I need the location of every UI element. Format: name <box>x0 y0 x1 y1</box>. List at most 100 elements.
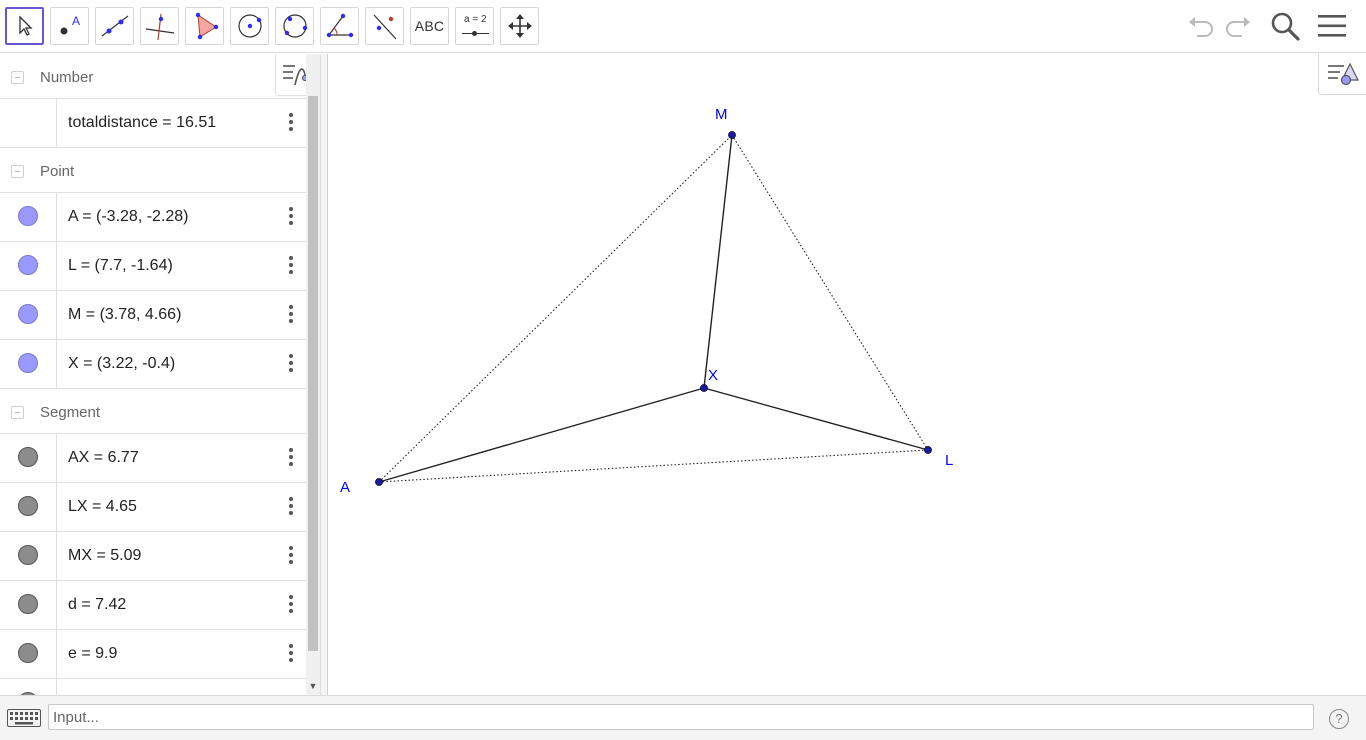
view-splitter[interactable] <box>320 54 328 695</box>
point-L[interactable] <box>924 446 932 454</box>
reflect-about-line-icon <box>373 14 396 40</box>
point-label-M[interactable]: M <box>715 106 728 123</box>
algebra-list: Number totaldistance = 16.51 Point A = (… <box>0 54 306 695</box>
group-header-segment[interactable]: Segment <box>0 389 306 434</box>
line-icon <box>101 15 128 37</box>
hamburger-menu-icon <box>1318 15 1346 37</box>
slider-tool-button[interactable]: a = 2 <box>455 7 494 45</box>
algebra-expression[interactable]: d = 7.42 <box>68 596 126 614</box>
group-label: Segment <box>40 404 101 421</box>
perpendicular-line-tool-button[interactable] <box>140 7 179 45</box>
virtual-keyboard-button[interactable] <box>0 704 48 732</box>
collapse-icon[interactable] <box>11 71 24 84</box>
point-M[interactable] <box>728 131 736 139</box>
point-A[interactable] <box>375 478 383 486</box>
scrollbar-thumb[interactable] <box>308 96 318 651</box>
algebra-expression[interactable]: MX = 5.09 <box>68 547 141 565</box>
algebra-row[interactable]: e = 9.9 <box>0 630 306 679</box>
scroll-down-icon[interactable]: ▼ <box>308 681 318 691</box>
more-options-icon[interactable] <box>282 643 300 665</box>
cursor-arrow-icon <box>18 15 33 36</box>
algebra-expression[interactable]: X = (3.22, -0.4) <box>68 355 175 373</box>
collapse-icon[interactable] <box>11 406 24 419</box>
text-icon: ABC <box>414 18 445 34</box>
group-label: Number <box>40 69 94 86</box>
search-button[interactable] <box>1268 9 1302 43</box>
point-label-L[interactable]: L <box>945 452 953 469</box>
algebra-row[interactable]: A = (-3.28, -2.28) <box>0 193 306 242</box>
visibility-toggle[interactable] <box>18 447 38 467</box>
point-label-X[interactable]: X <box>708 367 718 384</box>
algebra-expression[interactable]: totaldistance = 16.51 <box>68 114 216 132</box>
point-label-A[interactable]: A <box>340 479 350 496</box>
redo-button[interactable] <box>1223 9 1253 43</box>
more-options-icon[interactable] <box>282 304 300 326</box>
polygon-tool-button[interactable] <box>185 7 224 45</box>
algebra-row[interactable] <box>0 679 306 695</box>
toolbar: A ABC a = 2 <box>0 0 1366 53</box>
algebra-row[interactable]: MX = 5.09 <box>0 532 306 581</box>
point-icon: A <box>60 14 80 35</box>
group-header-point[interactable]: Point <box>0 148 306 193</box>
collapse-icon[interactable] <box>11 165 24 178</box>
more-options-icon[interactable] <box>282 545 300 567</box>
algebra-expression[interactable]: AX = 6.77 <box>68 449 139 467</box>
angle-icon <box>326 13 353 38</box>
algebra-row[interactable]: AX = 6.77 <box>0 434 306 483</box>
text-tool-button[interactable]: ABC <box>410 7 449 45</box>
move-tool-button[interactable] <box>5 7 44 45</box>
visibility-toggle[interactable] <box>18 643 38 663</box>
visibility-toggle[interactable] <box>18 545 38 565</box>
algebra-row[interactable]: d = 7.42 <box>0 581 306 630</box>
move-arrows-icon <box>507 14 532 38</box>
more-options-icon[interactable] <box>282 594 300 616</box>
reflect-tool-button[interactable] <box>365 7 404 45</box>
undo-button[interactable] <box>1186 9 1216 43</box>
algebra-expression[interactable]: M = (3.78, 4.66) <box>68 306 181 324</box>
algebra-row[interactable]: X = (3.22, -0.4) <box>0 340 306 389</box>
more-options-icon[interactable] <box>282 353 300 375</box>
algebra-scrollbar[interactable]: ▼ <box>306 54 320 695</box>
algebra-expression[interactable]: L = (7.7, -1.64) <box>68 257 173 275</box>
point-X[interactable] <box>700 384 708 392</box>
visibility-toggle[interactable] <box>18 304 38 324</box>
help-icon[interactable]: ? <box>1329 709 1349 729</box>
segment-LX[interactable] <box>703 387 929 451</box>
visibility-toggle[interactable] <box>18 496 38 516</box>
graphics-canvas[interactable]: A L M X <box>328 54 1366 695</box>
visibility-toggle[interactable] <box>18 206 38 226</box>
group-header-number[interactable]: Number <box>0 54 306 99</box>
line-tool-button[interactable] <box>95 7 134 45</box>
algebra-expression[interactable]: LX = 4.65 <box>68 498 137 516</box>
more-options-icon[interactable] <box>282 255 300 277</box>
algebra-row[interactable]: L = (7.7, -1.64) <box>0 242 306 291</box>
segment-MX[interactable] <box>703 134 733 389</box>
input-field[interactable] <box>48 704 1314 730</box>
visibility-toggle[interactable] <box>18 594 38 614</box>
graphics-view[interactable]: A L M X <box>328 54 1366 695</box>
perpendicular-line-icon <box>145 13 174 41</box>
segment-AL[interactable] <box>378 449 929 483</box>
algebra-expression[interactable]: A = (-3.28, -2.28) <box>68 208 189 226</box>
more-options-icon[interactable] <box>282 206 300 228</box>
algebra-row[interactable]: totaldistance = 16.51 <box>0 99 306 148</box>
move-graphics-view-tool-button[interactable] <box>500 7 539 45</box>
visibility-toggle[interactable] <box>18 353 38 373</box>
circle-center-point-icon <box>237 14 262 38</box>
more-options-icon[interactable] <box>282 496 300 518</box>
point-tool-button[interactable]: A <box>50 7 89 45</box>
algebra-expression[interactable]: e = 9.9 <box>68 645 117 663</box>
segment-ML[interactable] <box>731 134 929 451</box>
segment-AX[interactable] <box>378 387 705 483</box>
circle-three-points-tool-button[interactable] <box>275 7 314 45</box>
algebra-row[interactable]: LX = 4.65 <box>0 483 306 532</box>
angle-tool-button[interactable] <box>320 7 359 45</box>
main-menu-button[interactable] <box>1316 9 1348 43</box>
more-options-icon[interactable] <box>282 447 300 469</box>
algebra-row[interactable]: M = (3.78, 4.66) <box>0 291 306 340</box>
segment-AM[interactable] <box>378 134 733 483</box>
more-options-icon[interactable] <box>282 112 300 134</box>
visibility-toggle[interactable] <box>18 255 38 275</box>
circle-center-point-tool-button[interactable] <box>230 7 269 45</box>
graphics-style-bar-button[interactable] <box>1318 54 1366 95</box>
